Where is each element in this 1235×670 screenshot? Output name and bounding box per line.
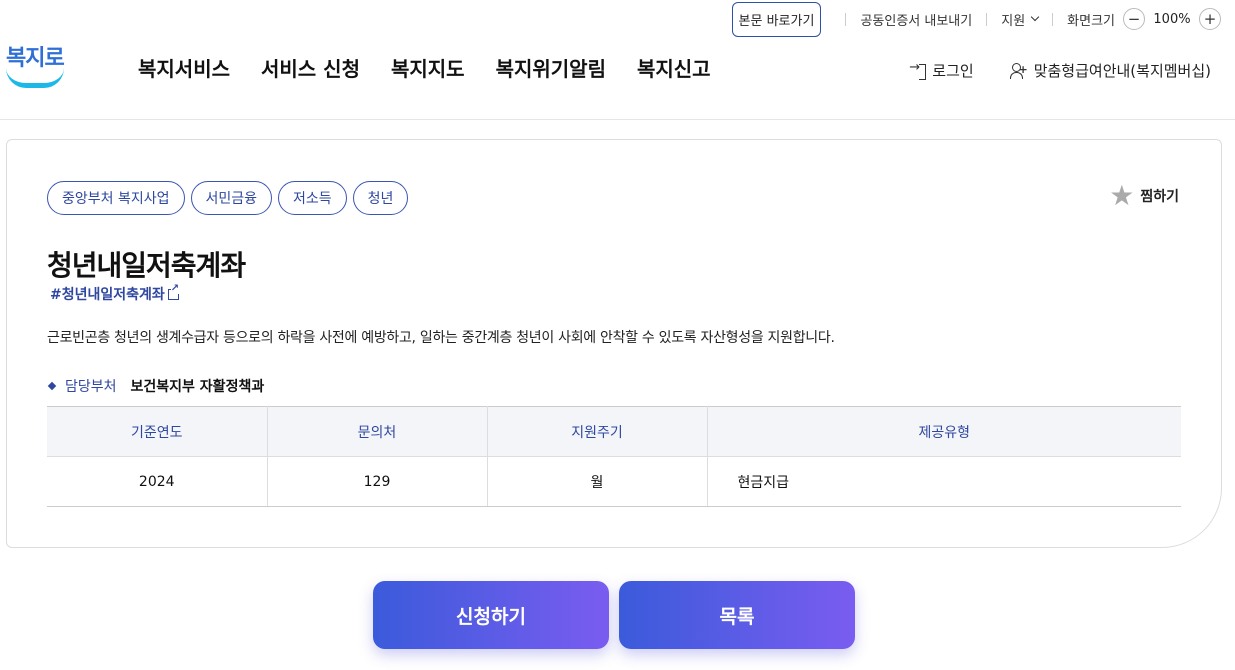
zoom-out-button[interactable]: − <box>1123 8 1145 30</box>
header-divider <box>0 119 1235 120</box>
site-logo[interactable]: 복지로 <box>6 40 66 92</box>
tag-low-income-finance[interactable]: 서민금융 <box>190 181 273 215</box>
zoom-value: 100% <box>1153 11 1191 27</box>
service-detail-card: 중앙부처 복지사업 서민금융 저소득 청년 ★ 찜하기 청년내일저축계좌 #청년… <box>6 139 1222 548</box>
zoom-label: 화면크기 <box>1067 13 1115 29</box>
logo-swoosh-icon <box>6 68 64 88</box>
tag-central-ministry[interactable]: 중앙부처 복지사업 <box>47 181 185 215</box>
service-description: 근로빈곤층 청년의 생계수급자 등으로의 하락을 사전에 예방하고, 일하는 중… <box>47 330 835 346</box>
header-actions: 로그인 + 맞춤형급여안내(복지멤버십) <box>909 60 1211 81</box>
membership-label: 맞춤형급여안내(복지멤버십) <box>1033 62 1211 80</box>
favorite-button[interactable]: ★ 찜하기 <box>1109 182 1179 210</box>
cert-export-link[interactable]: 공동인증서 내보내기 <box>860 10 972 29</box>
add-user-icon: + <box>1009 62 1028 79</box>
divider <box>986 12 988 26</box>
login-icon <box>909 60 927 80</box>
support-dropdown[interactable]: 지원 <box>1001 10 1040 29</box>
tag-youth[interactable]: 청년 <box>352 181 409 215</box>
external-link-icon <box>167 283 180 300</box>
column-header-year: 기준연도 <box>47 406 268 457</box>
list-button[interactable]: 목록 <box>619 581 855 649</box>
utility-bar: 본문 바로가기 공동인증서 내보내기 지원 화면크기 − 100% + <box>731 1 1221 37</box>
column-header-contact: 문의처 <box>267 406 488 457</box>
support-dropdown-label: 지원 <box>1001 13 1026 29</box>
page-title: 청년내일저축계좌 <box>47 249 246 282</box>
hashtag-text: #청년내일저축계좌 <box>50 287 165 303</box>
department-info: 담당부처 보건복지부 자활정책과 <box>47 376 264 396</box>
tag-list: 중앙부처 복지사업 서민금융 저소득 청년 <box>47 181 409 215</box>
department-label: 담당부처 <box>65 379 117 395</box>
chevron-down-icon <box>1030 12 1040 22</box>
cell-contact: 129 <box>267 456 488 507</box>
apply-button[interactable]: 신청하기 <box>373 581 609 649</box>
divider <box>1052 12 1054 26</box>
main-nav: 복지서비스 서비스 신청 복지지도 복지위기알림 복지신고 <box>138 53 711 82</box>
skip-to-content-button[interactable]: 본문 바로가기 <box>731 1 822 37</box>
table-row: 2024 129 월 현금지급 <box>47 456 1181 507</box>
column-header-type: 제공유형 <box>707 406 1181 457</box>
membership-link[interactable]: + 맞춤형급여안내(복지멤버십) <box>1009 60 1211 81</box>
login-label: 로그인 <box>932 62 974 80</box>
tag-low-income[interactable]: 저소득 <box>278 181 347 215</box>
bullet-icon <box>47 381 57 391</box>
action-buttons: 신청하기 목록 <box>373 581 855 649</box>
cell-cycle: 월 <box>487 456 708 507</box>
column-header-cycle: 지원주기 <box>487 406 708 457</box>
favorite-label: 찜하기 <box>1140 189 1179 205</box>
zoom-control: 화면크기 − 100% + <box>1067 8 1221 30</box>
zoom-in-button[interactable]: + <box>1199 8 1221 30</box>
star-icon: ★ <box>1109 179 1135 212</box>
nav-item-service-apply[interactable]: 서비스 신청 <box>261 53 360 82</box>
nav-item-welfare-report[interactable]: 복지신고 <box>637 53 711 82</box>
nav-item-welfare-map[interactable]: 복지지도 <box>391 53 465 82</box>
login-link[interactable]: 로그인 <box>909 60 974 81</box>
cell-type: 현금지급 <box>707 456 1181 507</box>
department-value: 보건복지부 자활정책과 <box>130 379 265 395</box>
nav-item-crisis-alert[interactable]: 복지위기알림 <box>496 53 606 82</box>
hashtag-link[interactable]: #청년내일저축계좌 <box>50 283 180 304</box>
nav-item-welfare-services[interactable]: 복지서비스 <box>138 53 230 82</box>
table-header-row: 기준연도 문의처 지원주기 제공유형 <box>47 406 1181 457</box>
cell-year: 2024 <box>47 456 268 507</box>
service-info-table: 기준연도 문의처 지원주기 제공유형 2024 129 월 현금지급 <box>47 406 1181 507</box>
divider <box>845 12 847 26</box>
